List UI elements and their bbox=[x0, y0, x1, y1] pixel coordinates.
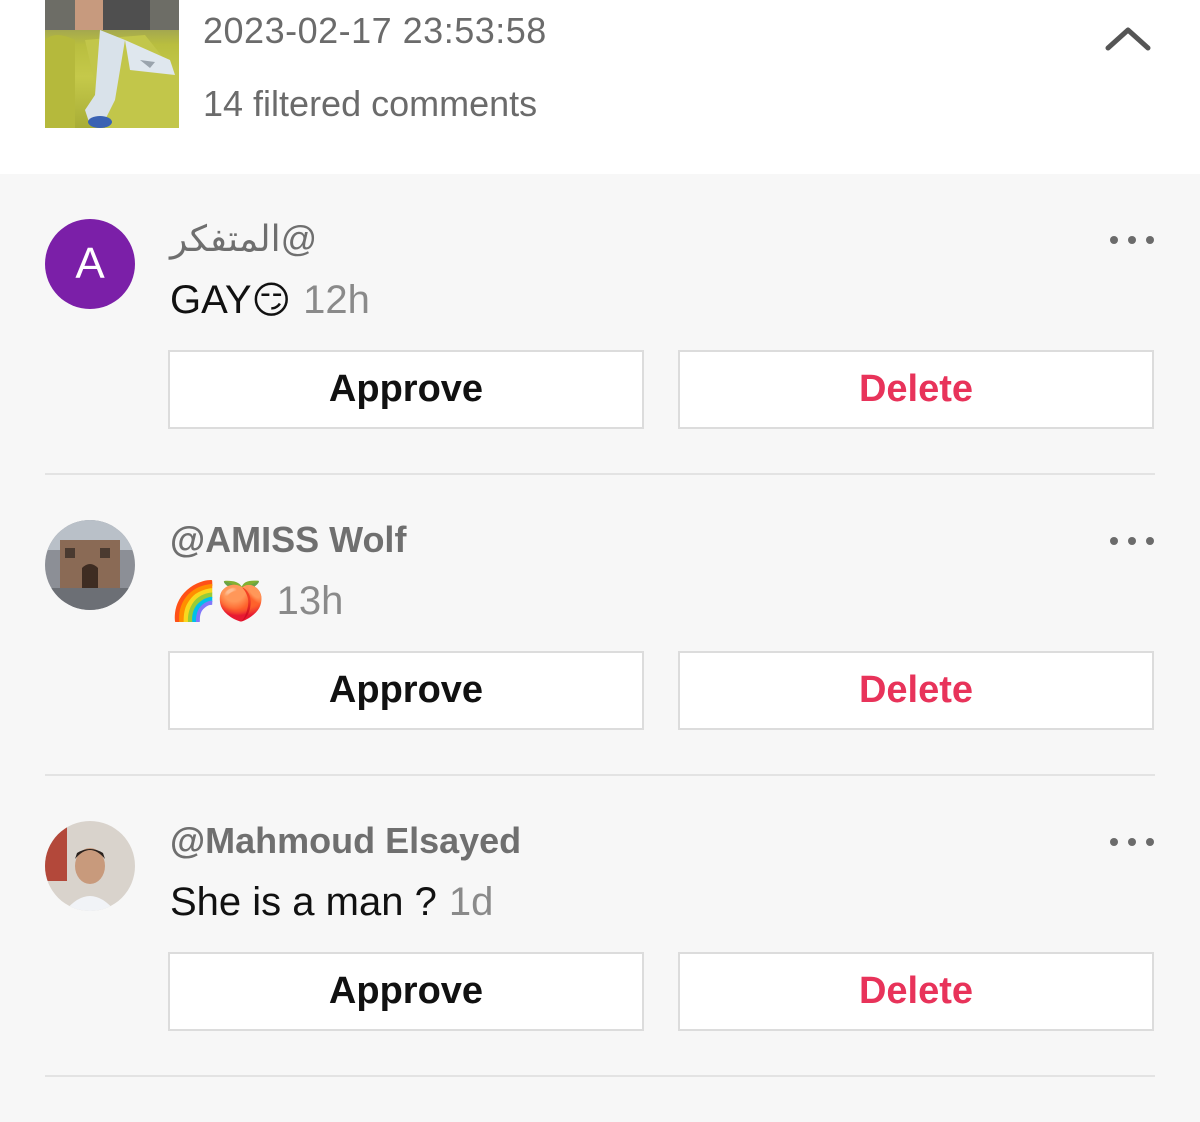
comment-time: 13h bbox=[276, 579, 344, 623]
approve-button[interactable]: Approve bbox=[168, 952, 644, 1031]
comment-username[interactable]: @المتفكر bbox=[170, 218, 317, 260]
comment-username[interactable]: @Mahmoud Elsayed bbox=[170, 820, 521, 862]
comment-emoji: 😏 bbox=[251, 278, 292, 322]
comment-username[interactable]: @AMISS Wolf bbox=[170, 519, 406, 561]
approve-button[interactable]: Approve bbox=[168, 651, 644, 730]
video-thumbnail[interactable] bbox=[45, 0, 179, 128]
avatar[interactable]: A bbox=[45, 219, 135, 309]
comment-emoji: 🌈🍑 bbox=[170, 579, 265, 623]
filtered-comments-list: A @المتفكر GAY😏 12h Approve Delete @AMISS… bbox=[0, 174, 1200, 1077]
post-date: 2023-02-17 23:53:58 bbox=[203, 10, 547, 51]
more-options-icon[interactable] bbox=[1110, 230, 1154, 250]
delete-button[interactable]: Delete bbox=[678, 952, 1154, 1031]
comment-time: 12h bbox=[303, 278, 370, 322]
more-options-icon[interactable] bbox=[1110, 531, 1154, 551]
comment-text: 🌈🍑 13h bbox=[170, 579, 343, 624]
comment-item: @AMISS Wolf 🌈🍑 13h Approve Delete bbox=[0, 475, 1200, 776]
comment-item: A @المتفكر GAY😏 12h Approve Delete bbox=[0, 174, 1200, 475]
comment-body: GAY bbox=[170, 278, 252, 322]
delete-button[interactable]: Delete bbox=[678, 651, 1154, 730]
comment-body: She is a man ? bbox=[170, 880, 437, 924]
comment-item: @Mahmoud Elsayed She is a man ? 1d Approv… bbox=[0, 776, 1200, 1077]
comment-text: GAY😏 12h bbox=[170, 278, 370, 323]
avatar[interactable] bbox=[45, 821, 135, 911]
comment-time: 1d bbox=[448, 880, 494, 924]
filtered-comments-count: 14 filtered comments bbox=[203, 83, 538, 124]
approve-button[interactable]: Approve bbox=[168, 350, 644, 429]
more-options-icon[interactable] bbox=[1110, 832, 1154, 852]
avatar[interactable] bbox=[45, 520, 135, 610]
delete-button[interactable]: Delete bbox=[678, 350, 1154, 429]
video-header: 2023-02-17 23:53:58 14 filtered comments bbox=[0, 0, 1200, 174]
divider bbox=[45, 1075, 1155, 1077]
avatar-letter: A bbox=[75, 239, 105, 288]
chevron-up-icon[interactable] bbox=[1100, 20, 1156, 60]
comment-text: She is a man ? 1d bbox=[170, 880, 493, 925]
